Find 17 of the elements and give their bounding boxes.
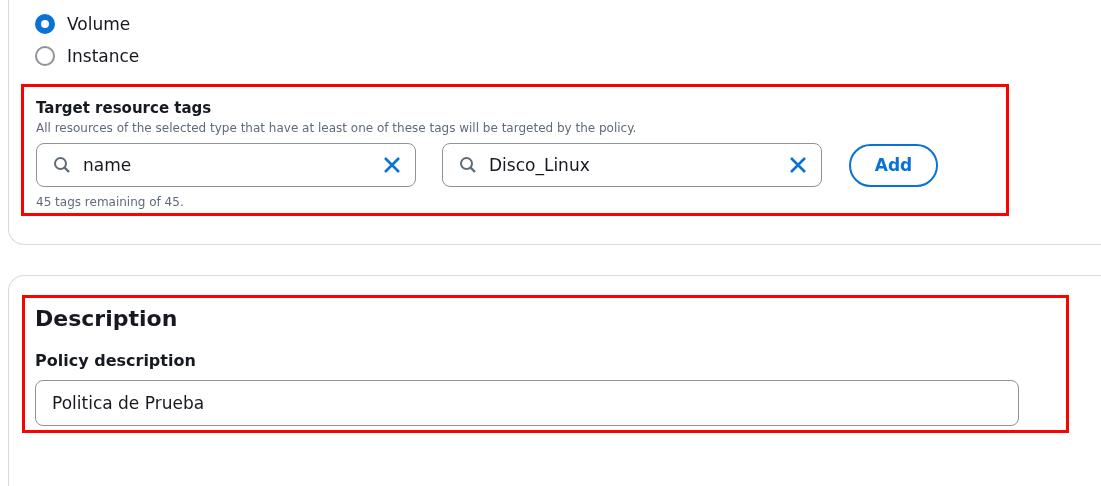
radio-label: Instance (67, 46, 140, 66)
search-icon (53, 156, 71, 174)
search-icon (459, 156, 477, 174)
field-label: Policy description (35, 351, 197, 370)
close-icon[interactable] (789, 156, 807, 174)
radio-button[interactable] (35, 14, 55, 34)
description-input-field[interactable]: Politica de Prueba (35, 380, 1019, 426)
add-button[interactable]: Add (849, 143, 938, 187)
tags-remaining-text: 45 tags remaining of 45. (36, 195, 185, 209)
section-heading: Description (35, 306, 179, 331)
radio-label: Volume (67, 14, 131, 34)
tag-key-field[interactable]: name (36, 143, 416, 187)
tag-value-field[interactable]: Disco_Linux (442, 143, 822, 187)
radio-button[interactable] (35, 46, 55, 66)
close-icon[interactable] (383, 156, 401, 174)
section-title: Target resource tags (36, 99, 213, 117)
section-description: All resources of the selected type that have at least one of these tags will be targeted by the policy. (36, 121, 638, 135)
